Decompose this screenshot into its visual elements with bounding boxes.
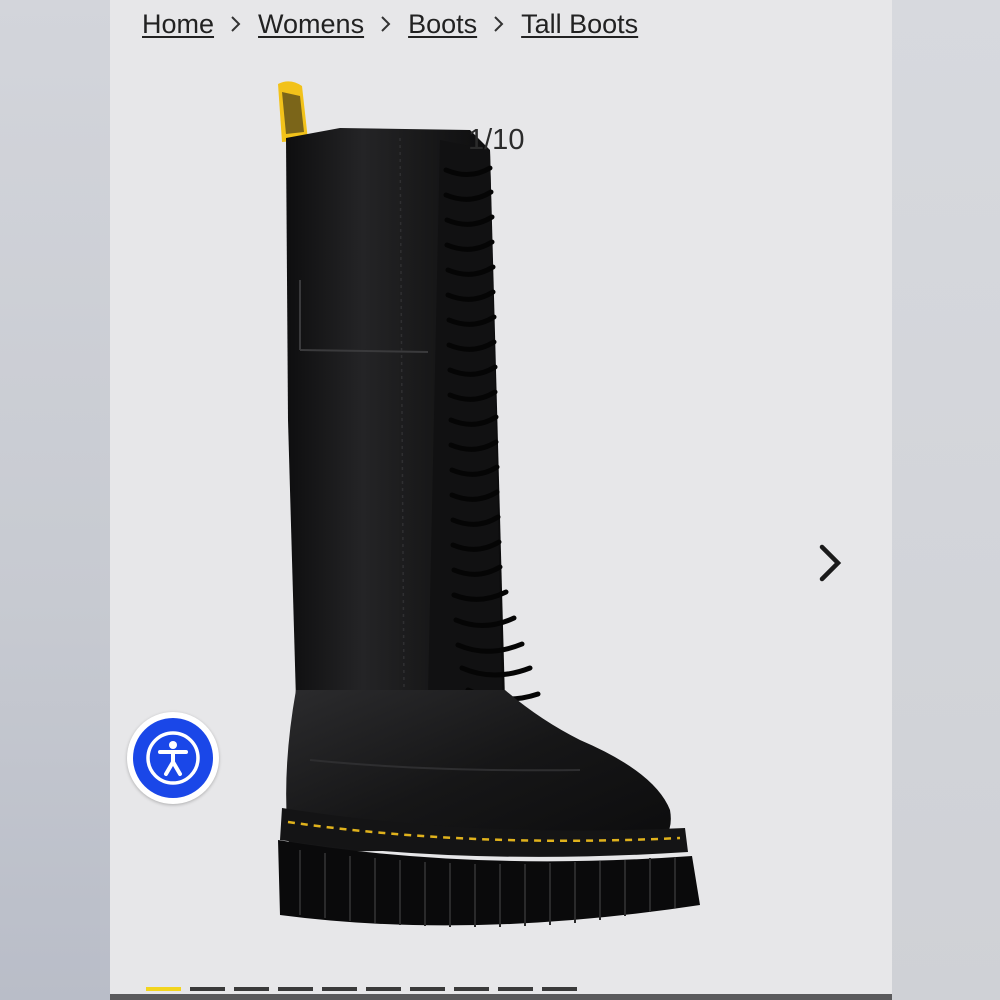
pagination-dot[interactable] — [366, 987, 401, 991]
product-page: Home Womens Boots Tall Boots 1/10 — [110, 0, 892, 1000]
pagination-dot[interactable] — [498, 987, 533, 991]
chevron-right-icon — [819, 544, 842, 582]
next-image-button[interactable] — [810, 538, 850, 588]
bottom-divider — [110, 994, 892, 1000]
pagination-dot[interactable] — [234, 987, 269, 991]
accessibility-button[interactable] — [127, 712, 219, 804]
image-counter: 1/10 — [468, 124, 525, 156]
pagination-dot[interactable] — [190, 987, 225, 991]
pagination-dot[interactable] — [542, 987, 577, 991]
pagination-dot[interactable] — [146, 987, 181, 991]
gallery-pagination — [146, 987, 577, 991]
pagination-dot[interactable] — [454, 987, 489, 991]
pagination-dot[interactable] — [322, 987, 357, 991]
pagination-dot[interactable] — [278, 987, 313, 991]
left-backdrop — [0, 0, 110, 1000]
right-backdrop — [892, 0, 1000, 1000]
accessibility-person-icon — [146, 731, 200, 785]
pagination-dot[interactable] — [410, 987, 445, 991]
